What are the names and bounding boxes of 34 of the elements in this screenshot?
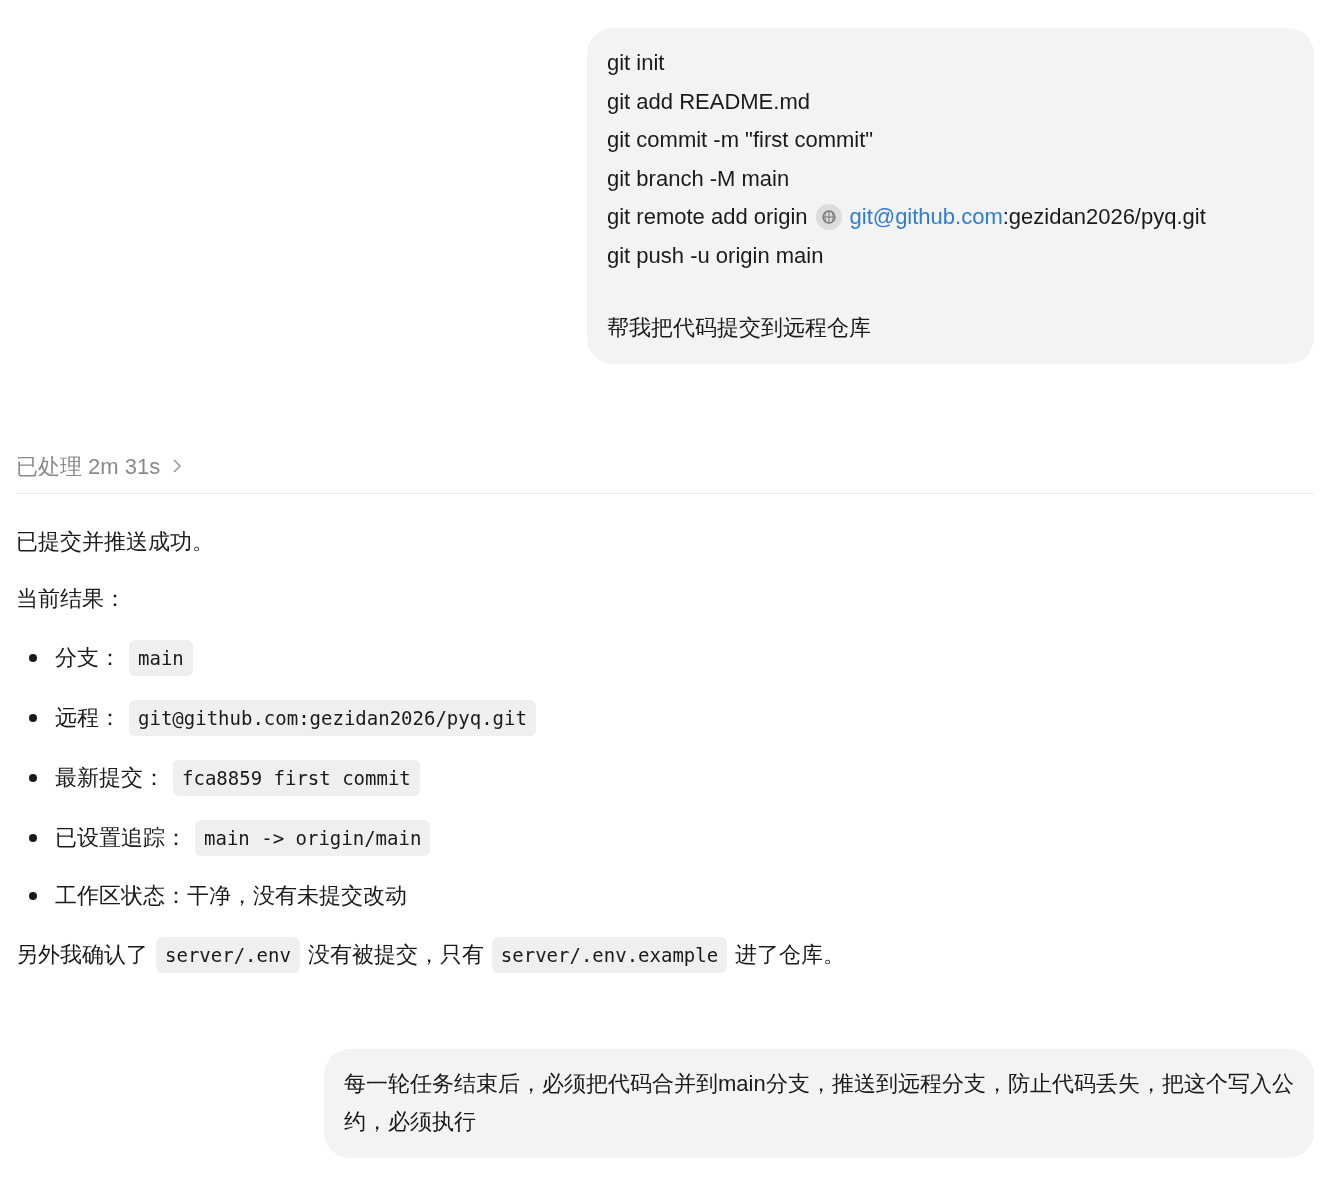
message-text: git remote add origin — [607, 203, 808, 231]
message-text: 没有被提交，只有 — [307, 940, 484, 969]
message-text: 每一轮任务结束后，必须把代码合并到main分支，推送到远程分支，防止代码丢失，把这个写入公约，必须执行 — [344, 1069, 1294, 1136]
message-text: :gezidan2026/pyq.git — [1002, 203, 1206, 231]
inline-code: main — [129, 639, 193, 676]
message-text: git add README.md — [607, 87, 811, 116]
email-link[interactable]: git@github.com — [849, 198, 1003, 237]
message-text: 最新提交： — [55, 763, 165, 792]
message-text: git commit -m "first commit" — [607, 126, 875, 154]
message-text: 分支： — [55, 643, 121, 672]
message-text: 工作区状态：干净，没有未提交改动 — [55, 881, 407, 910]
message-text: 当前结果： — [16, 584, 126, 613]
bullet-icon — [29, 773, 37, 782]
bullet-icon — [29, 833, 37, 842]
processed-toggle[interactable]: 已处理 2m 31s — [16, 449, 183, 483]
globe-icon — [815, 204, 842, 231]
message-text: 帮我把代码提交到远程仓库 — [607, 314, 872, 342]
bullet-icon — [29, 891, 37, 900]
chevron-right-icon — [172, 458, 183, 474]
message-text: 远程： — [55, 703, 121, 732]
message-text: 另外我确认了 — [16, 940, 148, 969]
message-text: git init — [607, 49, 666, 77]
inline-code: main -> origin/main — [195, 819, 431, 856]
message-text: 已提交并推送成功。 — [16, 527, 214, 556]
inline-code: server/.env — [156, 936, 300, 973]
inline-code: git@github.com:gezidan2026/pyq.git — [129, 699, 536, 736]
bullet-icon — [29, 713, 37, 722]
message-text: git branch -M main — [607, 164, 791, 193]
message-text: git push -u origin main — [607, 241, 825, 270]
inline-code: fca8859 first commit — [173, 759, 420, 796]
message-text: 进了仓库。 — [735, 940, 846, 969]
bullet-icon — [29, 653, 37, 662]
inline-code: server/.env.example — [491, 936, 728, 973]
message-text: 已设置追踪： — [55, 823, 187, 852]
